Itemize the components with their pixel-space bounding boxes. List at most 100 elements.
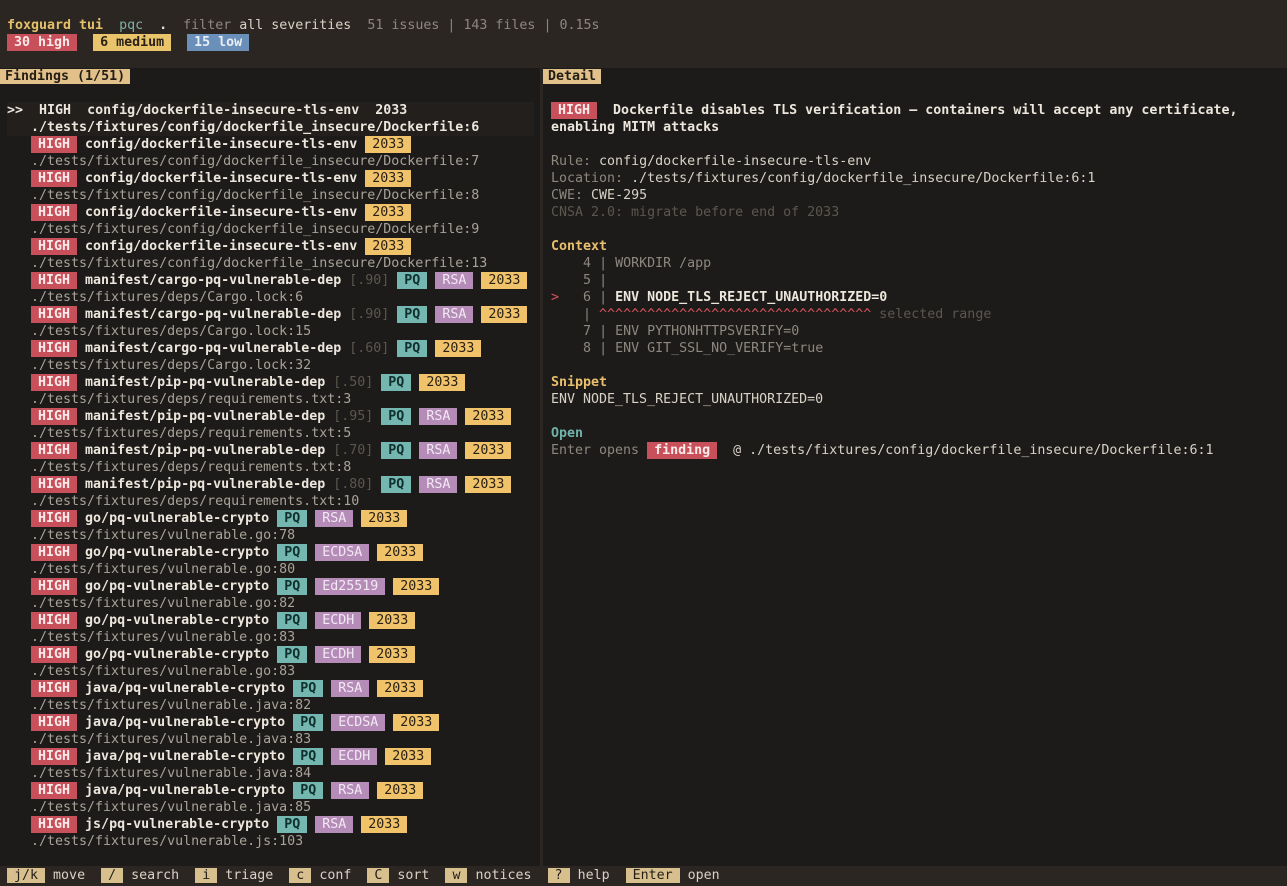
finding-location[interactable]: ./tests/fixtures/vulnerable.go:78 [31, 527, 295, 544]
finding-row[interactable]: HIGH go/pq-vulnerable-crypto PQ ECDSA 20… [31, 544, 424, 561]
finding-row[interactable]: HIGH manifest/cargo-pq-vulnerable-dep [.… [31, 306, 528, 323]
key-move-key[interactable]: j/k [7, 868, 46, 883]
rule-id: go/pq-vulnerable-crypto [85, 511, 270, 526]
finding-row[interactable]: HIGH config/dockerfile-insecure-tls-env … [31, 170, 412, 187]
location-value[interactable]: ./tests/fixtures/config/dockerfile_insec… [631, 171, 1095, 186]
finding-location[interactable]: ./tests/fixtures/deps/Cargo.lock:6 [31, 289, 303, 306]
finding-row[interactable]: HIGH manifest/pip-pq-vulnerable-dep [.70… [31, 442, 512, 459]
finding-location[interactable]: ./tests/fixtures/config/dockerfile_insec… [31, 255, 487, 272]
finding-row[interactable]: HIGH go/pq-vulnerable-crypto PQ Ed25519 … [31, 578, 440, 595]
deadline-badge: 2033 [377, 782, 424, 799]
finding-location[interactable]: ./tests/fixtures/vulnerable.java:84 [31, 765, 311, 782]
line-number: 4 [583, 256, 592, 271]
finding-row[interactable]: HIGH config/dockerfile-insecure-tls-env … [31, 136, 412, 153]
rule-id: java/pq-vulnerable-crypto [85, 749, 286, 764]
deadline-badge: 2033 [365, 204, 412, 221]
key-sort-key[interactable]: C [367, 868, 390, 883]
deadline-badge: 2033 [369, 646, 416, 663]
key-sort-label: sort [397, 868, 430, 883]
line-gutter: | [591, 341, 616, 356]
finding-row[interactable]: HIGH java/pq-vulnerable-crypto PQ RSA 20… [31, 782, 424, 799]
line-marker [551, 273, 559, 288]
key-notices-key[interactable]: w [445, 868, 468, 883]
rule-id: manifest/pip-pq-vulnerable-dep [85, 409, 326, 424]
key-conf-key[interactable]: c [289, 868, 312, 883]
line-marker [551, 341, 559, 356]
deadline-badge: 2033 [393, 578, 440, 595]
finding-location[interactable]: ./tests/fixtures/deps/Cargo.lock:15 [31, 323, 311, 340]
confidence: [.50] [333, 375, 374, 390]
severity-badge: HIGH [31, 476, 78, 493]
finding-row[interactable]: HIGH go/pq-vulnerable-crypto PQ RSA 2033 [31, 510, 408, 527]
rule-value: config/dockerfile-insecure-tls-env [599, 154, 872, 169]
finding-location[interactable]: ./tests/fixtures/vulnerable.go:80 [31, 561, 295, 578]
snippet-heading: Snippet [551, 375, 608, 390]
key-triage-key[interactable]: i [195, 868, 218, 883]
context-line: 7 | ENV PYTHONHTTPSVERIFY=0 [551, 323, 799, 340]
medium-count-badge[interactable]: 6 medium [93, 34, 172, 51]
key-search-key[interactable]: / [101, 868, 124, 883]
deadline-badge: 2033 [465, 442, 512, 459]
finding-location[interactable]: ./tests/fixtures/deps/requirements.txt:1… [31, 493, 359, 510]
finding-row[interactable]: HIGH java/pq-vulnerable-crypto PQ ECDSA … [31, 714, 440, 731]
deadline-badge: 2033 [393, 714, 440, 731]
low-count-badge[interactable]: 15 low [187, 34, 250, 51]
finding-row[interactable]: HIGH config/dockerfile-insecure-tls-env … [31, 238, 412, 255]
finding-location[interactable]: ./tests/fixtures/deps/requirements.txt:8 [31, 459, 351, 476]
open-heading: Open [551, 426, 584, 441]
finding-location[interactable]: ./tests/fixtures/deps/Cargo.lock:32 [31, 357, 311, 374]
selected-rule: config/dockerfile-insecure-tls-env [87, 103, 360, 118]
finding-location[interactable]: ./tests/fixtures/vulnerable.go:82 [31, 595, 295, 612]
location-label: Location: [551, 171, 624, 186]
finding-row[interactable]: HIGH js/pq-vulnerable-crypto PQ RSA 2033 [31, 816, 408, 833]
finding-location[interactable]: ./tests/fixtures/vulnerable.js:103 [31, 833, 303, 850]
finding-row[interactable]: HIGH java/pq-vulnerable-crypto PQ RSA 20… [31, 680, 424, 697]
deadline-badge: 2033 [435, 340, 482, 357]
filter-value[interactable]: all severities [239, 18, 351, 33]
pq-badge: PQ [277, 544, 308, 561]
severity-badge: HIGH [31, 442, 78, 459]
finding-location[interactable]: ./tests/fixtures/vulnerable.java:83 [31, 731, 311, 748]
context-heading: Context [551, 239, 608, 254]
line-gutter: | [591, 290, 616, 305]
detail-pane-title: Detail [543, 68, 602, 85]
scan-dir: . [159, 18, 168, 33]
finding-location[interactable]: ./tests/fixtures/vulnerable.java:82 [31, 697, 311, 714]
finding-location[interactable]: ./tests/fixtures/deps/requirements.txt:5 [31, 425, 351, 442]
pq-badge: PQ [397, 272, 428, 289]
deadline-badge: 2033 [481, 306, 528, 323]
key-open-key[interactable]: Enter [625, 868, 680, 883]
finding-row[interactable]: HIGH go/pq-vulnerable-crypto PQ ECDH 203… [31, 612, 416, 629]
algorithm-badge: Ed25519 [315, 578, 386, 595]
finding-row[interactable]: HIGH java/pq-vulnerable-crypto PQ ECDH 2… [31, 748, 432, 765]
rule-id: config/dockerfile-insecure-tls-env [85, 171, 358, 186]
finding-location[interactable]: ./tests/fixtures/vulnerable.java:85 [31, 799, 311, 816]
selected-finding-location[interactable]: ./tests/fixtures/config/dockerfile_insec… [31, 119, 479, 136]
finding-row[interactable]: HIGH manifest/pip-pq-vulnerable-dep [.95… [31, 408, 512, 425]
rule-id: go/pq-vulnerable-crypto [85, 545, 270, 560]
key-notices-label: notices [475, 868, 532, 883]
finding-row[interactable]: HIGH manifest/pip-pq-vulnerable-dep [.50… [31, 374, 466, 391]
severity-badge: HIGH [31, 782, 78, 799]
finding-location[interactable]: ./tests/fixtures/vulnerable.go:83 [31, 663, 295, 680]
pane-divider [540, 68, 543, 866]
context-line: 4 | WORKDIR /app [551, 255, 711, 272]
app-header-line: foxguard tui pqc . filter all severities… [7, 17, 600, 34]
finding-location[interactable]: ./tests/fixtures/deps/requirements.txt:3 [31, 391, 351, 408]
finding-row[interactable]: HIGH manifest/pip-pq-vulnerable-dep [.80… [31, 476, 512, 493]
finding-row[interactable]: HIGH manifest/cargo-pq-vulnerable-dep [.… [31, 340, 482, 357]
finding-row[interactable]: HIGH config/dockerfile-insecure-tls-env … [31, 204, 412, 221]
finding-row[interactable]: HIGH manifest/cargo-pq-vulnerable-dep [.… [31, 272, 528, 289]
finding-location[interactable]: ./tests/fixtures/config/dockerfile_insec… [31, 153, 479, 170]
high-count-badge[interactable]: 30 high [7, 34, 78, 51]
finding-location[interactable]: ./tests/fixtures/config/dockerfile_insec… [31, 221, 479, 238]
finding-row[interactable]: HIGH go/pq-vulnerable-crypto PQ ECDH 203… [31, 646, 416, 663]
finding-location[interactable]: ./tests/fixtures/config/dockerfile_insec… [31, 187, 479, 204]
selected-finding-header[interactable]: >> HIGH config/dockerfile-insecure-tls-e… [7, 102, 407, 119]
open-target[interactable]: @ ./tests/fixtures/config/dockerfile_ins… [733, 443, 1213, 458]
finding-location[interactable]: ./tests/fixtures/vulnerable.go:83 [31, 629, 295, 646]
findings-pane-title: Findings (1/51) [0, 68, 131, 85]
scan-stats: 51 issues | 143 files | 0.15s [367, 18, 600, 33]
open-finding-badge[interactable]: finding [647, 442, 718, 459]
key-help-key[interactable]: ? [547, 868, 570, 883]
